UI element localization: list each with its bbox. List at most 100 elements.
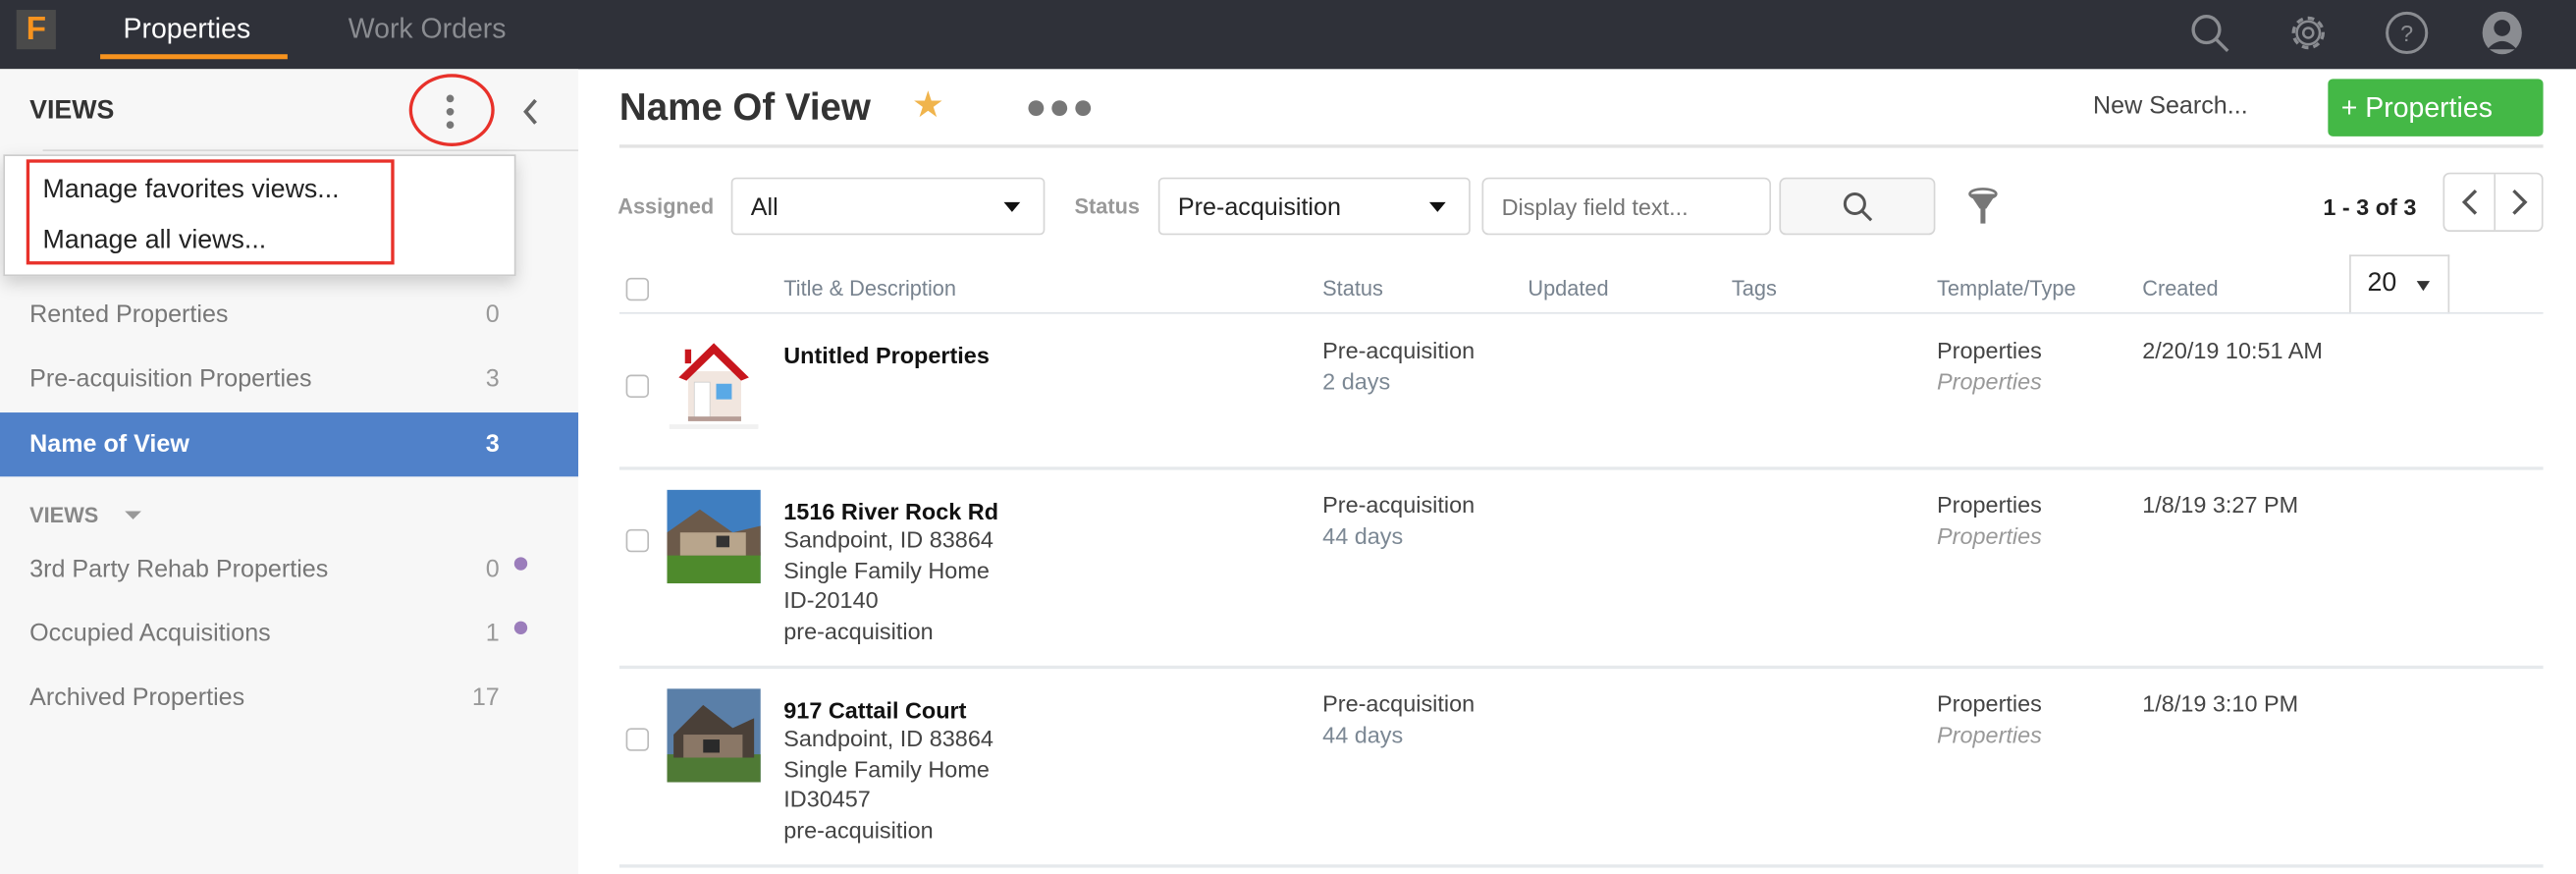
template-text: Properties [1937, 689, 2042, 717]
caret-down-icon [1003, 201, 1021, 212]
row-template: Properties Properties [1937, 688, 2042, 749]
sidebar-item-label: Name of View [29, 430, 189, 459]
row-created: 2/20/19 10:51 AM [2142, 337, 2323, 363]
row-template: Properties Properties [1937, 490, 2042, 551]
tab-work-orders[interactable]: Work Orders [349, 13, 507, 45]
search-icon[interactable] [2186, 10, 2232, 56]
detail-line: pre-acquisition [783, 617, 934, 644]
svg-text:?: ? [2400, 21, 2413, 46]
sidebar-item-count: 3 [485, 364, 500, 393]
next-page-icon[interactable] [2505, 188, 2532, 217]
type-text: Properties [1937, 367, 2042, 394]
caret-down-icon [2416, 281, 2431, 292]
detail-line: Sandpoint, ID 83864 [783, 725, 993, 751]
detail-line: ID-20140 [783, 586, 879, 614]
assigned-label: Assigned [617, 193, 715, 219]
tab-properties[interactable]: Properties [124, 13, 251, 45]
assigned-value: All [750, 193, 778, 222]
table-row[interactable]: Untitled Properties Pre-acquisition 2 day… [618, 314, 2544, 470]
detail-line: ID30457 [783, 785, 871, 812]
house-photo [667, 688, 761, 783]
row-title[interactable]: Untitled Properties [783, 342, 990, 368]
row-checkbox[interactable] [625, 728, 650, 751]
row-status: Pre-acquisition 2 days [1322, 335, 1475, 396]
more-options-icon[interactable]: ●●● [1025, 85, 1096, 129]
sidebar-item-label: Occupied Acquisitions [29, 619, 271, 648]
per-page-select[interactable]: 20 [2349, 254, 2450, 314]
sidebar-item-rented-properties[interactable]: Rented Properties 0 [0, 283, 578, 347]
new-search-link[interactable]: New Search... [2093, 92, 2248, 120]
sidebar-item-count: 3 [485, 430, 500, 459]
row-title[interactable]: 1516 River Rock Rd [783, 498, 998, 524]
assigned-select[interactable]: All [730, 177, 1046, 236]
row-template: Properties Properties [1937, 335, 2042, 396]
status-text: Pre-acquisition [1322, 689, 1476, 717]
status-select[interactable]: Pre-acquisition [1157, 177, 1471, 236]
template-text: Properties [1937, 491, 2042, 519]
pager [2442, 172, 2544, 232]
status-age: 2 days [1322, 367, 1391, 394]
table-row[interactable]: 917 Cattail Court Sandpoint, ID 83864 Sin… [618, 669, 2544, 868]
row-description: Sandpoint, ID 83864 Single Family Home ID3… [783, 723, 993, 845]
menu-item-manage-favorites[interactable]: Manage favorites views... [43, 176, 340, 205]
status-age: 44 days [1322, 720, 1404, 747]
sidebar-item-occupied-acquisitions[interactable]: Occupied Acquisitions 1 [0, 602, 578, 666]
search-icon [1843, 191, 1873, 222]
sidebar-item-count: 1 [485, 619, 500, 648]
app: F Properties Work Orders ? VIEWS Rented … [0, 0, 2576, 874]
status-text: Pre-acquisition [1322, 337, 1476, 363]
detail-line: Single Family Home [783, 556, 990, 583]
display-field-text-input[interactable] [1481, 177, 1772, 236]
sidebar-item-label: Archived Properties [29, 683, 245, 712]
menu-item-manage-all-views[interactable]: Manage all views... [43, 227, 267, 256]
detail-line: Sandpoint, ID 83864 [783, 525, 993, 553]
divider [618, 144, 2544, 148]
table-row[interactable]: 1516 River Rock Rd Sandpoint, ID 83864 Si… [618, 470, 2544, 670]
favorite-star-icon[interactable]: ★ [912, 83, 944, 127]
sidebar-item-name-of-view[interactable]: Name of View 3 [0, 412, 579, 477]
help-icon[interactable]: ? [2384, 10, 2430, 56]
row-created: 1/8/19 3:10 PM [2142, 689, 2299, 717]
divider [618, 864, 2544, 868]
per-page-value: 20 [2367, 269, 2397, 298]
divider [42, 149, 579, 151]
column-header-updated[interactable]: Updated [1528, 276, 1608, 300]
divider [2494, 174, 2496, 231]
gear-icon[interactable] [2285, 10, 2332, 56]
template-text: Properties [1937, 337, 2042, 363]
row-checkbox[interactable] [625, 528, 650, 553]
prev-page-icon[interactable] [2458, 188, 2485, 217]
sidebar-item-archived-properties[interactable]: Archived Properties 17 [0, 666, 578, 730]
app-logo[interactable]: F [16, 10, 56, 50]
status-label: Status [1074, 193, 1140, 219]
sidebar-item-3rd-party-rehab[interactable]: 3rd Party Rehab Properties 0 [0, 537, 578, 601]
sidebar-item-label: Rented Properties [29, 300, 229, 329]
row-title[interactable]: 917 Cattail Court [783, 697, 966, 724]
views-section-heading[interactable]: VIEWS [29, 503, 98, 527]
column-header-template-type[interactable]: Template/Type [1937, 276, 2075, 300]
status-text: Pre-acquisition [1322, 491, 1476, 519]
select-all-checkbox[interactable] [625, 277, 650, 301]
type-text: Properties [1937, 720, 2042, 747]
user-avatar-icon[interactable] [2479, 10, 2525, 56]
column-header-status[interactable]: Status [1322, 276, 1383, 300]
row-status: Pre-acquisition 44 days [1322, 490, 1475, 551]
type-text: Properties [1937, 521, 2042, 549]
column-header-tags[interactable]: Tags [1732, 276, 1777, 300]
sidebar-item-pre-acquisition-properties[interactable]: Pre-acquisition Properties 3 [0, 347, 578, 410]
sidebar-item-label: 3rd Party Rehab Properties [29, 555, 329, 584]
filter-funnel-icon[interactable] [1965, 186, 2002, 229]
row-status: Pre-acquisition 44 days [1322, 688, 1475, 749]
column-header-title[interactable]: Title & Description [783, 276, 956, 300]
caret-down-icon[interactable] [125, 511, 141, 519]
sidebar-title: VIEWS [29, 96, 115, 126]
row-checkbox[interactable] [625, 374, 650, 398]
column-header-created[interactable]: Created [2142, 276, 2218, 300]
house-icon [669, 343, 759, 429]
add-properties-button[interactable]: + Properties [2328, 79, 2544, 137]
house-photo [667, 489, 761, 584]
collapse-sidebar-icon[interactable] [515, 92, 545, 132]
search-button[interactable] [1779, 177, 1936, 236]
row-description: Sandpoint, ID 83864 Single Family Home ID-… [783, 524, 993, 646]
status-dot [513, 557, 528, 571]
